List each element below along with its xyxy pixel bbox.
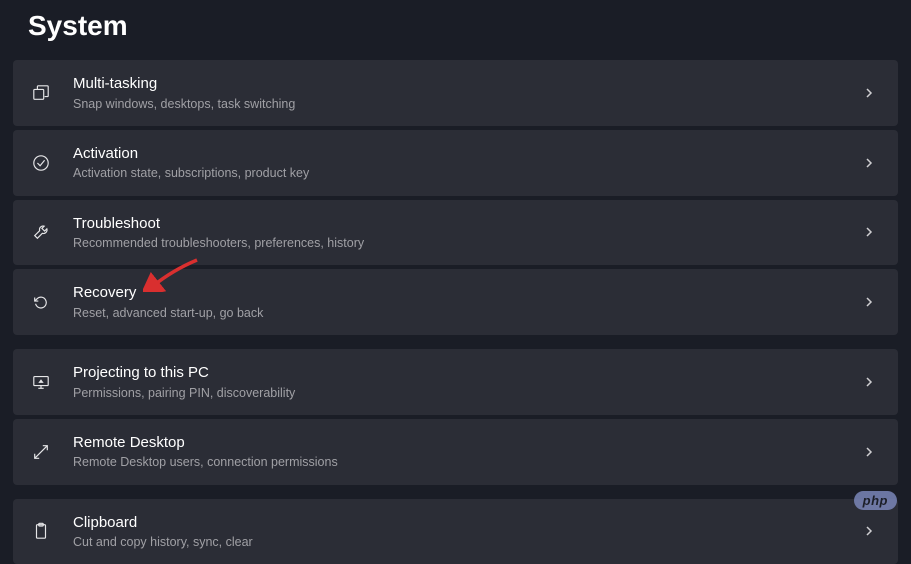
setting-item-recovery[interactable]: Recovery Reset, advanced start-up, go ba… xyxy=(13,269,898,335)
chevron-right-icon xyxy=(862,524,876,538)
troubleshoot-icon xyxy=(29,220,53,244)
setting-title: Activation xyxy=(73,144,862,164)
setting-item-activation[interactable]: Activation Activation state, subscriptio… xyxy=(13,130,898,196)
chevron-right-icon xyxy=(862,156,876,170)
chevron-right-icon xyxy=(862,225,876,239)
recovery-icon xyxy=(29,290,53,314)
setting-item-multitasking[interactable]: Multi-tasking Snap windows, desktops, ta… xyxy=(13,60,898,126)
settings-list: Multi-tasking Snap windows, desktops, ta… xyxy=(0,60,911,564)
setting-title: Remote Desktop xyxy=(73,433,862,453)
setting-title: Multi-tasking xyxy=(73,74,862,94)
page-title: System xyxy=(0,0,911,60)
setting-desc: Reset, advanced start-up, go back xyxy=(73,305,862,321)
chevron-right-icon xyxy=(862,445,876,459)
setting-item-remote-desktop[interactable]: Remote Desktop Remote Desktop users, con… xyxy=(13,419,898,485)
remote-desktop-icon xyxy=(29,440,53,464)
setting-item-troubleshoot[interactable]: Troubleshoot Recommended troubleshooters… xyxy=(13,200,898,266)
multitasking-icon xyxy=(29,81,53,105)
activation-icon xyxy=(29,151,53,175)
php-badge: php xyxy=(854,491,897,510)
chevron-right-icon xyxy=(862,375,876,389)
setting-item-clipboard[interactable]: Clipboard Cut and copy history, sync, cl… xyxy=(13,499,898,564)
chevron-right-icon xyxy=(862,86,876,100)
setting-desc: Cut and copy history, sync, clear xyxy=(73,534,862,550)
setting-desc: Remote Desktop users, connection permiss… xyxy=(73,454,862,470)
projecting-icon xyxy=(29,370,53,394)
setting-desc: Activation state, subscriptions, product… xyxy=(73,165,862,181)
setting-title: Projecting to this PC xyxy=(73,363,862,383)
setting-desc: Recommended troubleshooters, preferences… xyxy=(73,235,862,251)
setting-desc: Permissions, pairing PIN, discoverabilit… xyxy=(73,385,862,401)
setting-title: Troubleshoot xyxy=(73,214,862,234)
setting-title: Recovery xyxy=(73,283,862,303)
setting-title: Clipboard xyxy=(73,513,862,533)
clipboard-icon xyxy=(29,519,53,543)
setting-desc: Snap windows, desktops, task switching xyxy=(73,96,862,112)
setting-item-projecting[interactable]: Projecting to this PC Permissions, pairi… xyxy=(13,349,898,415)
chevron-right-icon xyxy=(862,295,876,309)
